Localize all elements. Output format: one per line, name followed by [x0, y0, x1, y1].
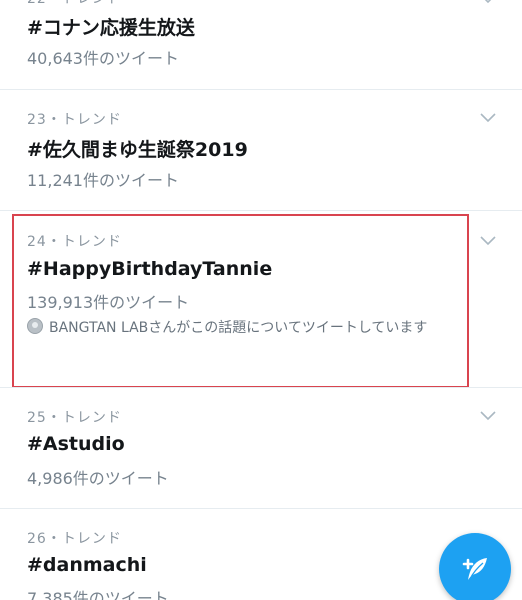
chevron-down-icon[interactable]	[480, 0, 496, 4]
divider	[0, 508, 522, 509]
trend-title[interactable]: #佐久間まゆ生誕祭2019	[27, 135, 248, 162]
compose-tweet-icon	[462, 558, 487, 580]
trend-rank-label: 26・トレンド	[27, 531, 122, 547]
trends-page: 22・トレンド #コナン応援生放送 40,643件のツイート 23・トレンド #…	[0, 0, 522, 600]
chevron-down-icon[interactable]	[480, 236, 496, 246]
chevron-down-icon[interactable]	[480, 113, 496, 123]
trend-title[interactable]: #コナン応援生放送	[27, 13, 195, 40]
trend-rank-label: 23・トレンド	[27, 112, 122, 128]
divider	[0, 210, 522, 211]
divider	[0, 89, 522, 90]
divider	[0, 387, 522, 388]
highlight-box	[12, 214, 469, 388]
trend-rank-label: 25・トレンド	[27, 410, 122, 426]
trend-tweet-count: 4,986件のツイート	[27, 469, 169, 488]
compose-tweet-button[interactable]	[439, 533, 511, 600]
trend-title[interactable]: #Astudio	[27, 433, 125, 455]
trend-title[interactable]: #danmachi	[27, 554, 147, 576]
trend-tweet-count: 11,241件のツイート	[27, 171, 179, 190]
trend-tweet-count: 40,643件のツイート	[27, 49, 179, 68]
trend-tweet-count: 7,385件のツイート	[27, 589, 169, 600]
trend-rank-label: 22・トレンド	[27, 0, 122, 8]
chevron-down-icon[interactable]	[480, 411, 496, 421]
